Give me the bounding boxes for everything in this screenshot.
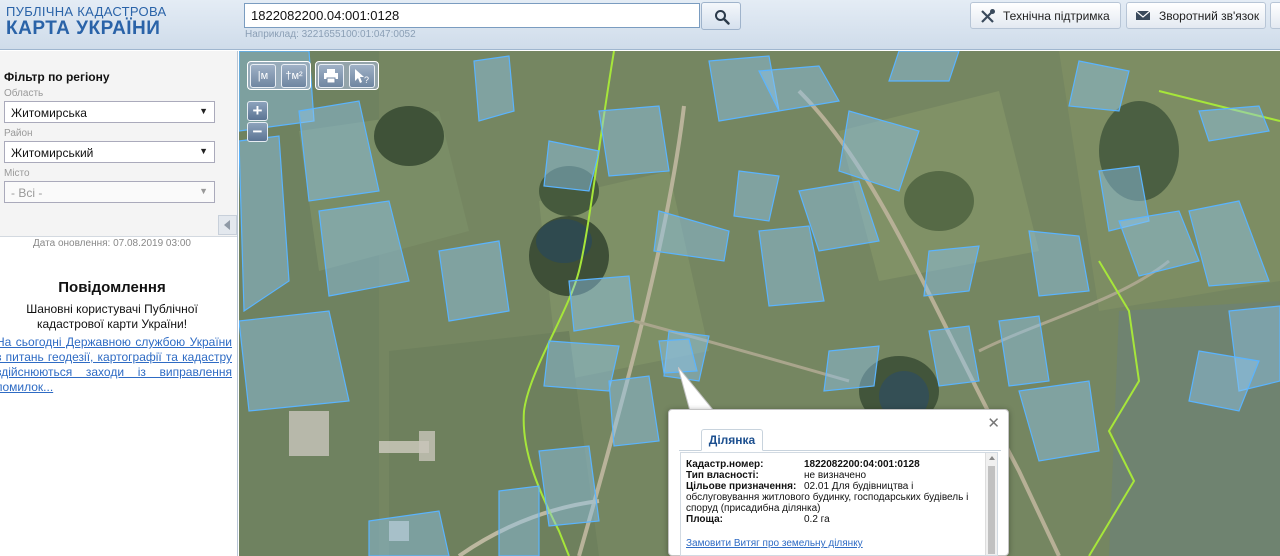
print-button[interactable] bbox=[318, 64, 344, 88]
rayon-value: Житомирський bbox=[11, 146, 94, 160]
pointer-question-icon: ? bbox=[355, 69, 369, 85]
measure-length-button[interactable]: |м bbox=[250, 64, 276, 88]
message-link[interactable]: На сьогодні Державною службою України з … bbox=[0, 335, 232, 395]
header-extra-button[interactable] bbox=[1270, 2, 1280, 29]
message-title: Повідомлення bbox=[58, 279, 166, 296]
message-body: Шановні користувачі Публічної кадастрово… bbox=[26, 302, 198, 331]
ownership-label: Тип власності: bbox=[686, 470, 759, 481]
ownership-value: не визначено bbox=[804, 470, 867, 481]
area-value: 0.2 га bbox=[804, 514, 830, 525]
popup-tabs: Ділянка bbox=[679, 429, 1001, 451]
popup-pointer bbox=[678, 367, 715, 411]
measure-length-unit: м bbox=[260, 70, 269, 82]
chevron-left-icon bbox=[224, 220, 230, 230]
svg-text:?: ? bbox=[364, 75, 369, 84]
tech-support-button[interactable]: Технічна підтримка bbox=[970, 2, 1121, 29]
header-bar: ПУБЛІЧНА КАДАСТРОВА КАРТА УКРАЇНИ 182208… bbox=[0, 0, 1280, 50]
tools-icon bbox=[979, 8, 996, 28]
misto-value: - Всі - bbox=[11, 186, 43, 200]
info-pointer-button[interactable]: ? bbox=[349, 64, 375, 88]
tech-support-label: Технічна підтримка bbox=[1003, 9, 1110, 23]
order-extract-link[interactable]: Замовити Витяг про земельну ділянку bbox=[686, 538, 863, 549]
measure-area-unit: м² bbox=[291, 70, 303, 82]
collapse-panel-button[interactable] bbox=[218, 215, 237, 235]
purpose-label: Цільове призначення: bbox=[686, 481, 797, 492]
dropdown-arrow-icon: ▼ bbox=[199, 106, 208, 116]
dropdown-arrow-icon: ▼ bbox=[199, 186, 208, 196]
popup-scrollbar[interactable] bbox=[985, 453, 997, 555]
dropdown-arrow-icon: ▼ bbox=[199, 146, 208, 156]
misto-label: Місто bbox=[4, 168, 30, 179]
logo-line1: ПУБЛІЧНА КАДАСТРОВА bbox=[6, 4, 167, 19]
parcel-popup: ✕ Ділянка Кадастр.номер: 1822082200:04:00… bbox=[668, 409, 1009, 556]
oblast-value: Житомирська bbox=[11, 106, 87, 120]
zoom-out-button[interactable]: − bbox=[247, 122, 268, 142]
zoom-in-button[interactable]: + bbox=[247, 101, 268, 121]
site-logo[interactable]: ПУБЛІЧНА КАДАСТРОВА КАРТА УКРАЇНИ bbox=[6, 5, 166, 39]
logo-line2: КАРТА УКРАЇНИ bbox=[6, 18, 161, 39]
print-info-tools: ? bbox=[315, 61, 379, 90]
region-filter: Фільтр по регіону Область Житомирська ▼ … bbox=[0, 51, 237, 237]
scrollbar-thumb[interactable] bbox=[988, 466, 995, 554]
left-panel: Фільтр по регіону Область Житомирська ▼ … bbox=[0, 51, 238, 556]
area-label: Площа: bbox=[686, 514, 723, 525]
info-row: Цільове призначення: 02.01 Для будівництв… bbox=[686, 481, 984, 514]
cadastral-label: Кадастр.номер: bbox=[686, 459, 764, 470]
feedback-button[interactable]: Зворотний зв'язок bbox=[1126, 2, 1266, 29]
oblast-label: Область bbox=[4, 88, 44, 99]
parcel-info: Кадастр.номер: 1822082200:04:001:0128 Тип… bbox=[686, 459, 984, 525]
info-row: Кадастр.номер: 1822082200:04:001:0128 bbox=[686, 459, 984, 470]
envelope-icon bbox=[1135, 8, 1151, 25]
feedback-label: Зворотний зв'язок bbox=[1159, 9, 1260, 23]
tab-parcel[interactable]: Ділянка bbox=[701, 429, 763, 451]
info-row: Площа: 0.2 га bbox=[686, 514, 984, 525]
search-icon bbox=[715, 10, 730, 25]
oblast-select[interactable]: Житомирська ▼ bbox=[4, 101, 215, 123]
scroll-up-icon[interactable] bbox=[989, 456, 995, 460]
rayon-select[interactable]: Житомирський ▼ bbox=[4, 141, 215, 163]
search-example-hint: Наприклад: 3221655100:01:047:0052 bbox=[245, 29, 416, 40]
printer-icon bbox=[324, 69, 338, 84]
measure-tools: |м †м² bbox=[247, 61, 311, 90]
measure-area-button[interactable]: †м² bbox=[281, 64, 307, 88]
cadastral-search-input[interactable]: 1822082200.04:001:0128 bbox=[244, 3, 700, 28]
info-row: Тип власності: не визначено bbox=[686, 470, 984, 481]
search-button[interactable] bbox=[701, 2, 741, 30]
rayon-label: Район bbox=[4, 128, 33, 139]
update-date: Дата оновлення: 07.08.2019 03:00 bbox=[33, 238, 191, 249]
popup-content: Кадастр.номер: 1822082200:04:001:0128 Тип… bbox=[680, 452, 998, 556]
misto-select[interactable]: - Всі - ▼ bbox=[4, 181, 215, 203]
filter-title: Фільтр по регіону bbox=[4, 70, 110, 84]
cadastral-value: 1822082200:04:001:0128 bbox=[804, 459, 920, 470]
